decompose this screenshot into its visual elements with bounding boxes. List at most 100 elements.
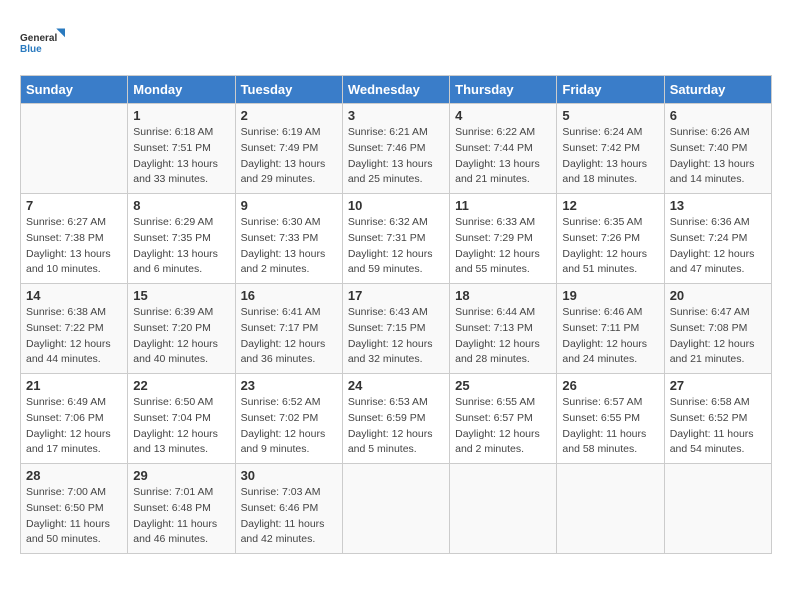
calendar-cell: 11 Sunrise: 6:33 AM Sunset: 7:29 PM Dayli… — [450, 194, 557, 284]
calendar-cell: 6Sunrise: 6:26 AM Sunset: 7:40 PM Daylig… — [664, 104, 771, 194]
calendar-cell: 18 Sunrise: 6:44 AM Sunset: 7:13 PM Dayli… — [450, 284, 557, 374]
calendar-cell: 16 Sunrise: 6:41 AM Sunset: 7:17 PM Dayli… — [235, 284, 342, 374]
calendar-cell: 8 Sunrise: 6:29 AM Sunset: 7:35 PM Daylig… — [128, 194, 235, 284]
calendar-cell: 30 Sunrise: 7:03 AM Sunset: 6:46 PM Dayli… — [235, 464, 342, 554]
day-info: Sunrise: 6:57 AM Sunset: 6:55 PM Dayligh… — [562, 395, 658, 458]
calendar-cell: 5 Sunrise: 6:24 AM Sunset: 7:42 PM Daylig… — [557, 104, 664, 194]
day-number: 4 — [455, 108, 551, 123]
calendar-cell: 22Sunrise: 6:50 AM Sunset: 7:04 PM Dayli… — [128, 374, 235, 464]
calendar-cell: 15 Sunrise: 6:39 AM Sunset: 7:20 PM Dayli… — [128, 284, 235, 374]
day-info: Sunrise: 6:55 AM Sunset: 6:57 PM Dayligh… — [455, 395, 551, 458]
day-info: Sunrise: 6:24 AM Sunset: 7:42 PM Dayligh… — [562, 125, 658, 188]
day-number: 11 — [455, 198, 551, 213]
day-number: 27 — [670, 378, 766, 393]
calendar-cell: 1Sunrise: 6:18 AM Sunset: 7:51 PM Daylig… — [128, 104, 235, 194]
day-info: Sunrise: 6:19 AM Sunset: 7:49 PM Dayligh… — [241, 125, 337, 188]
calendar-week-2: 7 Sunrise: 6:27 AM Sunset: 7:38 PM Daylig… — [21, 194, 772, 284]
calendar-week-4: 21 Sunrise: 6:49 AM Sunset: 7:06 PM Dayli… — [21, 374, 772, 464]
day-info: Sunrise: 6:58 AM Sunset: 6:52 PM Dayligh… — [670, 395, 766, 458]
day-info: Sunrise: 6:49 AM Sunset: 7:06 PM Dayligh… — [26, 395, 122, 458]
day-number: 17 — [348, 288, 444, 303]
day-number: 21 — [26, 378, 122, 393]
day-info: Sunrise: 6:29 AM Sunset: 7:35 PM Dayligh… — [133, 215, 229, 278]
calendar-cell: 17Sunrise: 6:43 AM Sunset: 7:15 PM Dayli… — [342, 284, 449, 374]
day-number: 8 — [133, 198, 229, 213]
calendar-cell — [342, 464, 449, 554]
day-info: Sunrise: 6:50 AM Sunset: 7:04 PM Dayligh… — [133, 395, 229, 458]
day-info: Sunrise: 6:22 AM Sunset: 7:44 PM Dayligh… — [455, 125, 551, 188]
calendar-cell: 10Sunrise: 6:32 AM Sunset: 7:31 PM Dayli… — [342, 194, 449, 284]
calendar-cell: 12 Sunrise: 6:35 AM Sunset: 7:26 PM Dayli… — [557, 194, 664, 284]
day-info: Sunrise: 7:03 AM Sunset: 6:46 PM Dayligh… — [241, 485, 337, 548]
days-header-row: SundayMondayTuesdayWednesdayThursdayFrid… — [21, 76, 772, 104]
day-info: Sunrise: 6:33 AM Sunset: 7:29 PM Dayligh… — [455, 215, 551, 278]
calendar-cell: 26 Sunrise: 6:57 AM Sunset: 6:55 PM Dayli… — [557, 374, 664, 464]
calendar-body: 1Sunrise: 6:18 AM Sunset: 7:51 PM Daylig… — [21, 104, 772, 554]
day-number: 23 — [241, 378, 337, 393]
logo-svg: General Blue — [20, 20, 70, 65]
day-number: 13 — [670, 198, 766, 213]
day-header-tuesday: Tuesday — [235, 76, 342, 104]
day-header-friday: Friday — [557, 76, 664, 104]
day-info: Sunrise: 7:00 AM Sunset: 6:50 PM Dayligh… — [26, 485, 122, 548]
calendar-cell: 19 Sunrise: 6:46 AM Sunset: 7:11 PM Dayli… — [557, 284, 664, 374]
day-info: Sunrise: 6:41 AM Sunset: 7:17 PM Dayligh… — [241, 305, 337, 368]
day-number: 24 — [348, 378, 444, 393]
calendar-cell: 13 Sunrise: 6:36 AM Sunset: 7:24 PM Dayli… — [664, 194, 771, 284]
logo: General Blue — [20, 20, 70, 65]
day-number: 20 — [670, 288, 766, 303]
calendar-cell: 24 Sunrise: 6:53 AM Sunset: 6:59 PM Dayli… — [342, 374, 449, 464]
day-header-thursday: Thursday — [450, 76, 557, 104]
day-info: Sunrise: 6:39 AM Sunset: 7:20 PM Dayligh… — [133, 305, 229, 368]
calendar-cell: 21 Sunrise: 6:49 AM Sunset: 7:06 PM Dayli… — [21, 374, 128, 464]
calendar-cell — [557, 464, 664, 554]
day-info: Sunrise: 6:44 AM Sunset: 7:13 PM Dayligh… — [455, 305, 551, 368]
day-info: Sunrise: 6:21 AM Sunset: 7:46 PM Dayligh… — [348, 125, 444, 188]
day-info: Sunrise: 6:46 AM Sunset: 7:11 PM Dayligh… — [562, 305, 658, 368]
day-number: 18 — [455, 288, 551, 303]
day-number: 26 — [562, 378, 658, 393]
calendar-cell: 7 Sunrise: 6:27 AM Sunset: 7:38 PM Daylig… — [21, 194, 128, 284]
day-number: 1 — [133, 108, 229, 123]
calendar-table: SundayMondayTuesdayWednesdayThursdayFrid… — [20, 75, 772, 554]
calendar-cell: 28 Sunrise: 7:00 AM Sunset: 6:50 PM Dayli… — [21, 464, 128, 554]
day-number: 7 — [26, 198, 122, 213]
calendar-cell: 3 Sunrise: 6:21 AM Sunset: 7:46 PM Daylig… — [342, 104, 449, 194]
calendar-cell: 9 Sunrise: 6:30 AM Sunset: 7:33 PM Daylig… — [235, 194, 342, 284]
day-info: Sunrise: 6:36 AM Sunset: 7:24 PM Dayligh… — [670, 215, 766, 278]
day-number: 29 — [133, 468, 229, 483]
day-number: 14 — [26, 288, 122, 303]
page-header: General Blue — [20, 20, 772, 65]
day-number: 25 — [455, 378, 551, 393]
day-number: 9 — [241, 198, 337, 213]
day-number: 16 — [241, 288, 337, 303]
calendar-week-3: 14 Sunrise: 6:38 AM Sunset: 7:22 PM Dayli… — [21, 284, 772, 374]
day-info: Sunrise: 6:27 AM Sunset: 7:38 PM Dayligh… — [26, 215, 122, 278]
day-number: 15 — [133, 288, 229, 303]
calendar-cell: 23 Sunrise: 6:52 AM Sunset: 7:02 PM Dayli… — [235, 374, 342, 464]
day-info: Sunrise: 6:35 AM Sunset: 7:26 PM Dayligh… — [562, 215, 658, 278]
day-number: 19 — [562, 288, 658, 303]
calendar-cell — [664, 464, 771, 554]
calendar-cell: 14 Sunrise: 6:38 AM Sunset: 7:22 PM Dayli… — [21, 284, 128, 374]
svg-text:General: General — [20, 33, 57, 44]
day-info: Sunrise: 6:53 AM Sunset: 6:59 PM Dayligh… — [348, 395, 444, 458]
day-info: Sunrise: 6:26 AM Sunset: 7:40 PM Dayligh… — [670, 125, 766, 188]
day-info: Sunrise: 6:30 AM Sunset: 7:33 PM Dayligh… — [241, 215, 337, 278]
calendar-cell: 25 Sunrise: 6:55 AM Sunset: 6:57 PM Dayli… — [450, 374, 557, 464]
calendar-cell: 20 Sunrise: 6:47 AM Sunset: 7:08 PM Dayli… — [664, 284, 771, 374]
calendar-cell: 29Sunrise: 7:01 AM Sunset: 6:48 PM Dayli… — [128, 464, 235, 554]
day-number: 3 — [348, 108, 444, 123]
day-header-sunday: Sunday — [21, 76, 128, 104]
day-number: 5 — [562, 108, 658, 123]
calendar-week-5: 28 Sunrise: 7:00 AM Sunset: 6:50 PM Dayli… — [21, 464, 772, 554]
day-info: Sunrise: 6:32 AM Sunset: 7:31 PM Dayligh… — [348, 215, 444, 278]
day-info: Sunrise: 6:47 AM Sunset: 7:08 PM Dayligh… — [670, 305, 766, 368]
day-info: Sunrise: 6:38 AM Sunset: 7:22 PM Dayligh… — [26, 305, 122, 368]
day-number: 30 — [241, 468, 337, 483]
day-number: 12 — [562, 198, 658, 213]
day-number: 28 — [26, 468, 122, 483]
day-header-saturday: Saturday — [664, 76, 771, 104]
day-info: Sunrise: 6:52 AM Sunset: 7:02 PM Dayligh… — [241, 395, 337, 458]
svg-text:Blue: Blue — [20, 44, 42, 55]
